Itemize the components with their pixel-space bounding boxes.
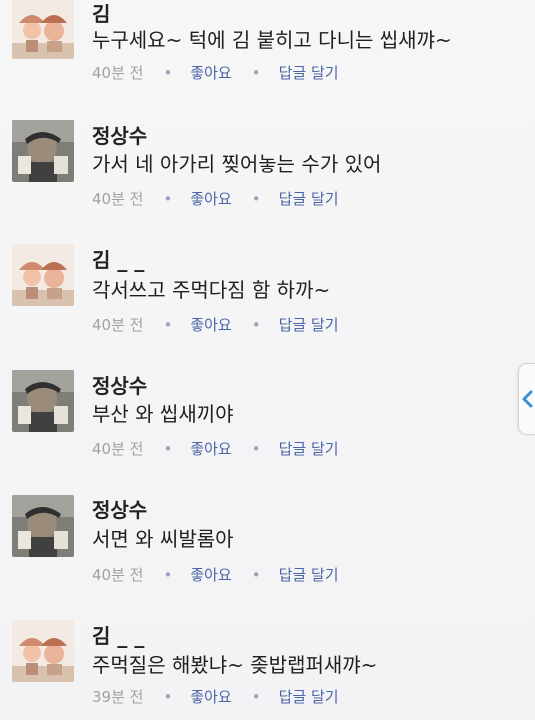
comment-text: 부산 와 씹새끼야 (92, 402, 234, 426)
reply-link[interactable]: 답글 달기 (279, 688, 339, 706)
comment-author[interactable]: 김 _ _ (92, 244, 144, 273)
avatar[interactable] (12, 495, 74, 557)
comment-text: 주먹질은 해봤냐~ 좆밥랩퍼새꺄~ (92, 653, 378, 677)
comment-time: 39분 전 (92, 688, 144, 706)
reply-link[interactable]: 답글 달기 (279, 190, 339, 208)
separator-dot: • (251, 688, 261, 706)
comment-time: 40분 전 (92, 566, 144, 584)
separator-dot: • (163, 566, 173, 584)
comment-item: 정상수 부산 와 씹새끼야 40분 전 • 좋아요 • 답글 달기 (0, 354, 535, 472)
separator-dot: • (163, 688, 173, 706)
chevron-left-icon (522, 390, 533, 408)
separator-dot: • (251, 316, 261, 334)
avatar-man-image (12, 495, 74, 557)
side-tab[interactable] (518, 363, 535, 435)
separator-dot: • (251, 440, 261, 458)
comment-author[interactable]: 정상수 (92, 494, 147, 523)
like-link[interactable]: 좋아요 (190, 566, 231, 584)
avatar[interactable] (12, 244, 74, 306)
avatar-hat-image (12, 0, 74, 59)
like-link[interactable]: 좋아요 (190, 316, 231, 334)
separator-dot: • (251, 64, 261, 82)
comment-item: 정상수 가서 네 아가리 찢어놓는 수가 있어 40분 전 • 좋아요 • 답글 달기 (0, 104, 535, 222)
avatar[interactable] (12, 0, 74, 59)
reply-link[interactable]: 답글 달기 (279, 64, 339, 82)
like-link[interactable]: 좋아요 (190, 688, 231, 706)
reply-link[interactable]: 답글 달기 (279, 566, 339, 584)
comment-text: 서면 와 씨발롬아 (92, 527, 234, 551)
like-link[interactable]: 좋아요 (190, 64, 231, 82)
avatar-hat-image (12, 620, 74, 682)
separator-dot: • (163, 440, 173, 458)
comment-author[interactable]: 김 (92, 0, 110, 27)
reply-link[interactable]: 답글 달기 (279, 316, 339, 334)
comment-author[interactable]: 정상수 (92, 370, 147, 399)
comment-time: 40분 전 (92, 190, 144, 208)
comment-item: 김 누구세요~ 턱에 김 붙히고 다니는 씹새꺄~ 40분 전 • 좋아요 • 답글 달… (0, 0, 535, 96)
comment-text: 각서쓰고 주먹다짐 함 하까~ (92, 278, 331, 302)
like-link[interactable]: 좋아요 (190, 440, 231, 458)
separator-dot: • (163, 64, 173, 82)
separator-dot: • (163, 190, 173, 208)
separator-dot: • (163, 316, 173, 334)
comments-feed: 김 누구세요~ 턱에 김 붙히고 다니는 씹새꺄~ 40분 전 • 좋아요 • 답글 달… (0, 0, 535, 720)
avatar-man-image (12, 370, 74, 432)
comment-meta: 40분 전 • 좋아요 • 답글 달기 (92, 62, 339, 83)
separator-dot: • (251, 566, 261, 584)
separator-dot: • (251, 190, 261, 208)
comment-text: 누구세요~ 턱에 김 붙히고 다니는 씹새꺄~ (92, 28, 452, 52)
comment-meta: 40분 전 • 좋아요 • 답글 달기 (92, 314, 339, 335)
comment-item: 정상수 서면 와 씨발롬아 40분 전 • 좋아요 • 답글 달기 (0, 480, 535, 598)
avatar[interactable] (12, 120, 74, 182)
reply-link[interactable]: 답글 달기 (279, 440, 339, 458)
comment-meta: 39분 전 • 좋아요 • 답글 달기 (92, 686, 339, 707)
comment-meta: 40분 전 • 좋아요 • 답글 달기 (92, 438, 339, 459)
comment-author[interactable]: 정상수 (92, 120, 147, 149)
comment-time: 40분 전 (92, 440, 144, 458)
avatar-man-image (12, 120, 74, 182)
comment-time: 40분 전 (92, 316, 144, 334)
comment-meta: 40분 전 • 좋아요 • 답글 달기 (92, 564, 339, 585)
comment-meta: 40분 전 • 좋아요 • 답글 달기 (92, 188, 339, 209)
avatar[interactable] (12, 620, 74, 682)
avatar[interactable] (12, 370, 74, 432)
avatar-hat-image (12, 244, 74, 306)
comment-item: 김 _ _ 각서쓰고 주먹다짐 함 하까~ 40분 전 • 좋아요 • 답글 달기 (0, 228, 535, 346)
comment-text: 가서 네 아가리 찢어놓는 수가 있어 (92, 152, 382, 176)
comment-time: 40분 전 (92, 64, 144, 82)
comment-item: 김 _ _ 주먹질은 해봤냐~ 좆밥랩퍼새꺄~ 39분 전 • 좋아요 • 답글 달기 (0, 604, 535, 720)
comment-author[interactable]: 김 _ _ (92, 620, 144, 649)
like-link[interactable]: 좋아요 (190, 190, 231, 208)
